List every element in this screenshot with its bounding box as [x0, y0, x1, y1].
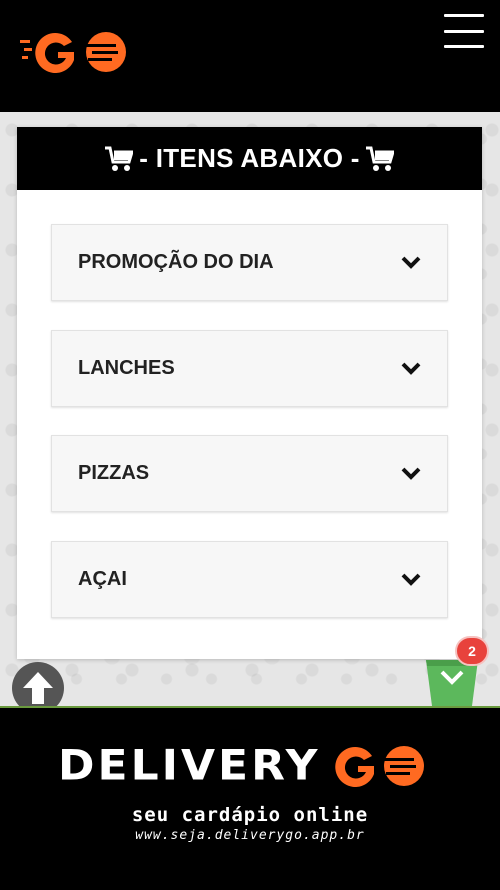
chevron-down-icon[interactable]	[401, 256, 421, 270]
chevron-down-icon[interactable]	[401, 573, 421, 587]
category-lanches[interactable]: LANCHES	[51, 330, 448, 407]
chevron-down-icon[interactable]	[401, 467, 421, 481]
deliverygo-logo-icon[interactable]	[20, 26, 130, 81]
category-promocao-do-dia[interactable]: PROMOÇÃO DO DIA	[51, 224, 448, 301]
footer-brand-text: DELIVERY	[58, 741, 321, 790]
hamburger-line	[444, 29, 484, 33]
chevron-down-icon[interactable]	[401, 362, 421, 376]
category-label: PIZZAS	[78, 462, 150, 484]
category-label: LANCHES	[78, 357, 175, 379]
footer-banner: DELIVERY seu cardápio online www.seja.de…	[0, 706, 500, 890]
category-label: PROMOÇÃO DO DIA	[78, 251, 274, 273]
cart-count-badge: 2	[455, 636, 489, 666]
top-navbar	[0, 0, 500, 112]
shopping-cart-icon	[365, 146, 394, 171]
card-header: - ITENS ABAIXO -	[17, 127, 482, 190]
category-pizzas[interactable]: PIZZAS	[51, 435, 448, 512]
footer-site-link[interactable]: www.seja.deliverygo.app.br	[0, 828, 500, 843]
hamburger-line	[444, 14, 484, 17]
hamburger-line	[444, 45, 484, 48]
menu-card: - ITENS ABAIXO - PROMOÇÃO DO DIA LANCHES…	[17, 127, 482, 659]
footer-brand: DELIVERY	[58, 740, 430, 792]
category-acai[interactable]: AÇAI	[51, 541, 448, 618]
card-title: - ITENS ABAIXO -	[139, 143, 360, 173]
arrow-up-icon	[23, 672, 53, 704]
deliverygo-logo-icon	[335, 746, 425, 787]
footer-tagline: seu cardápio online	[131, 804, 369, 826]
shopping-cart-icon	[105, 146, 134, 171]
hamburger-menu-icon[interactable]	[444, 14, 484, 48]
category-label: AÇAI	[78, 568, 127, 590]
